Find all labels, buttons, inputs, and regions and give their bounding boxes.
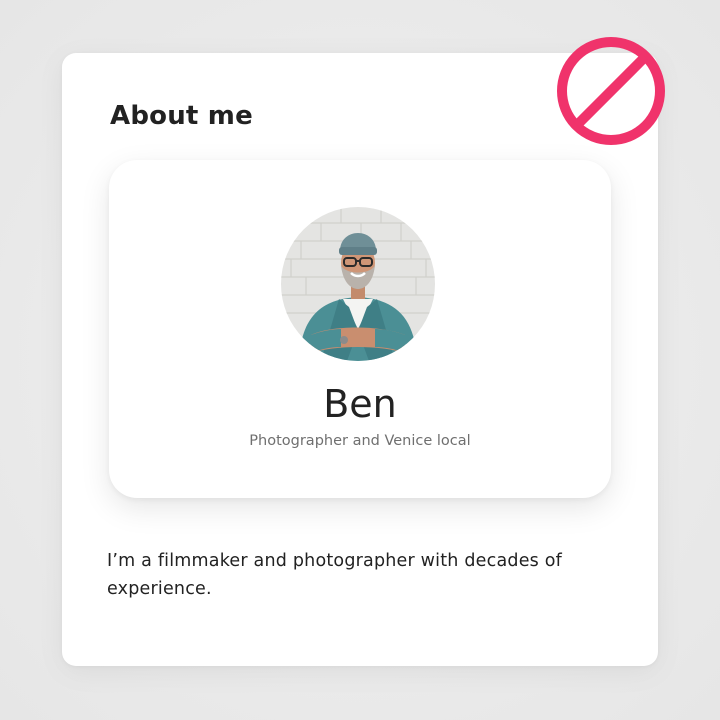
host-photo-icon bbox=[281, 207, 435, 361]
page-background: About me Ben Photographer and Venice loc… bbox=[0, 0, 720, 720]
prohibited-icon bbox=[557, 37, 665, 145]
host-subtitle: Photographer and Venice local bbox=[249, 433, 471, 449]
avatar bbox=[281, 207, 435, 361]
host-profile-card[interactable]: Ben Photographer and Venice local bbox=[109, 160, 611, 498]
host-name: Ben bbox=[323, 382, 397, 426]
section-title: About me bbox=[110, 101, 253, 131]
bio-text: I’m a filmmaker and photographer with de… bbox=[107, 551, 563, 599]
